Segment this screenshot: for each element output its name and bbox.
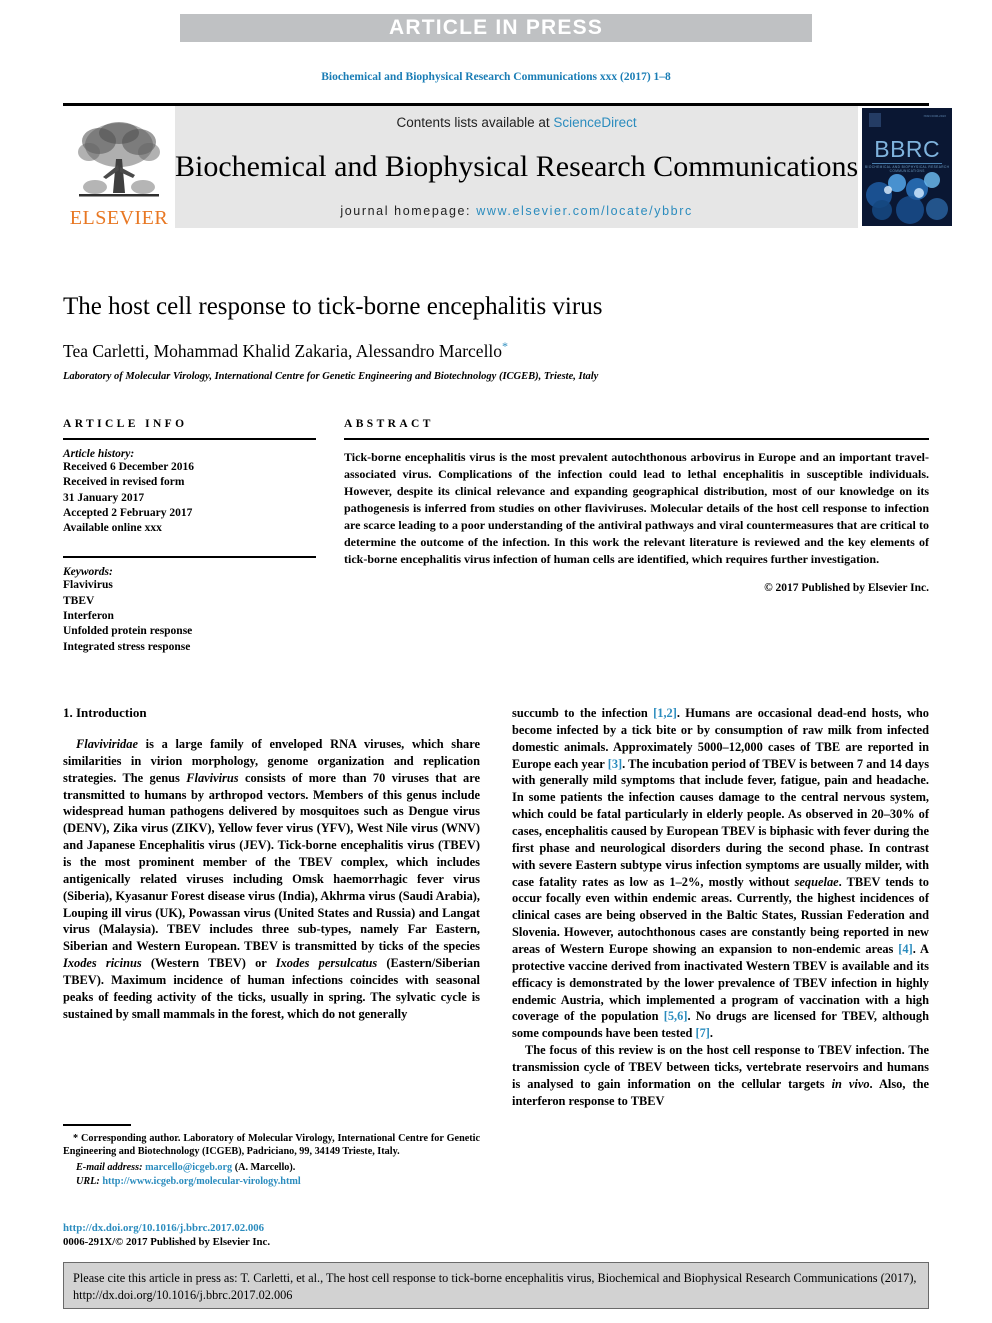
doi-block: http://dx.doi.org/10.1016/j.bbrc.2017.02… [63,1222,493,1248]
corresponding-author-note: * Corresponding author. Laboratory of Mo… [63,1132,480,1160]
genus-name-flavivirus: Flavivirus [186,770,239,785]
body-column-gap [480,705,512,1110]
cover-elsevier-icon [869,113,882,127]
elsevier-wordmark: ELSEVIER [69,207,169,229]
latin-term-sequelae: sequelae [794,874,839,889]
latin-term-in-vivo: in vivo [831,1076,870,1091]
citation-ref[interactable]: [4] [898,942,912,956]
abstract-rule [344,438,929,440]
footnote-block: * Corresponding author. Laboratory of Mo… [63,1124,480,1187]
email-line: E-mail address: marcello@icgeb.org (A. M… [76,1162,480,1173]
cover-rule [872,163,943,164]
cite-this-article-text: Please cite this article in press as: T.… [73,1271,917,1302]
corresponding-author-marker[interactable]: * [502,339,508,353]
citation-ref[interactable]: [7] [695,1026,709,1040]
sciencedirect-link[interactable]: ScienceDirect [553,115,636,130]
email-label: E-mail address: [76,1162,143,1174]
history-line: Received in revised form [63,476,185,489]
article-info-heading: ARTICLE INFO [63,418,188,430]
history-line: Received 6 December 2016 [63,461,195,473]
intro-text-part: consists of more than 70 viruses that ar… [63,770,480,954]
masthead-center-panel: Contents lists available at ScienceDirec… [175,106,859,228]
body-column-right: succumb to the infection [1,2]. Humans a… [512,705,929,1110]
journal-masthead: ELSEVIER Contents lists available at Sci… [63,103,957,228]
abstract-copyright: © 2017 Published by Elsevier Inc. [764,582,929,595]
intro-text-part: (Western TBEV) or [141,956,276,971]
footnote-rule [63,1124,131,1126]
intro-text-part: succumb to the infection [512,706,654,720]
cover-bokeh-4 [924,172,941,188]
keywords-rule [63,556,316,559]
url-label: URL: [76,1176,100,1188]
cover-bbrc-title: BBRC [874,136,941,162]
url-line: URL: http://www.icgeb.org/molecular-viro… [76,1176,480,1187]
article-info-column: ARTICLE INFO Article history: Received 6… [63,418,316,655]
cover-subtitle: BIOCHEMICAL AND BIOPHYSICAL RESEARCH COM… [865,165,950,173]
email-owner: (A. Marcello). [234,1162,296,1174]
genus-name-flaviviridae: Flaviviridae [76,737,138,751]
journal-cover-thumbnail: ISSN 0006-291X BBRC BIOCHEMICAL AND BIOP… [862,108,953,226]
column-gap [316,418,344,655]
intro-text-part: . The incubation period of TBEV is betwe… [512,756,930,889]
keywords-label: Keywords: [63,566,113,579]
keyword-item: Unfolded protein response [63,625,193,638]
lab-url-link[interactable]: http://www.icgeb.org/molecular-virology.… [102,1176,300,1187]
citation-ref[interactable]: [5,6] [664,1009,688,1023]
keyword-item: Interferon [63,609,114,622]
species-name-ixodes-ricinus: Ixodes ricinus [63,956,142,971]
species-name-ixodes-persulcatus: Ixodes persulcatus [275,956,378,971]
journal-homepage-link[interactable]: www.elsevier.com/locate/ybbrc [476,204,693,218]
author-names: Tea Carletti, Mohammad Khalid Zakaria, A… [63,340,503,361]
keyword-item: Flavivirus [63,579,113,592]
journal-homepage-line: journal homepage: www.elsevier.com/locat… [340,204,692,218]
article-info-rule [63,438,316,440]
citation-ref[interactable]: [1,2] [653,706,677,720]
cover-bokeh-5 [872,200,893,220]
issn-copyright-line: 0006-291X/© 2017 Published by Elsevier I… [63,1236,271,1248]
cover-bokeh-6 [896,196,925,224]
info-abstract-row: ARTICLE INFO Article history: Received 6… [63,418,929,655]
history-line: Available online xxx [63,522,162,535]
article-in-press-label: ARTICLE IN PRESS [388,16,604,39]
abstract-text: Tick-borne encephalitis virus is the mos… [344,450,929,567]
intro-paragraph-right-2: The focus of this review is on the host … [512,1042,929,1109]
running-head: Biochemical and Biophysical Research Com… [321,71,671,83]
keyword-item: TBEV [63,594,95,607]
body-column-left: 1. Introduction Flaviviridae is a large … [63,705,480,1110]
page-title: The host cell response to tick-borne enc… [63,293,603,320]
article-history-label: Article history: [63,448,135,460]
history-line: Accepted 2 February 2017 [63,506,193,519]
homepage-prefix: journal homepage: [340,204,477,218]
cover-bokeh-7 [926,198,949,220]
keyword-item: Integrated stress response [63,640,191,653]
cover-issn-label: ISSN 0006-291X [923,114,947,118]
elsevier-tree-icon [78,122,160,197]
affiliation: Laboratory of Molecular Virology, Intern… [63,370,599,382]
body-columns: 1. Introduction Flaviviridae is a large … [63,705,929,1110]
author-list: Tea Carletti, Mohammad Khalid Zakaria, A… [63,339,929,362]
email-link[interactable]: marcello@icgeb.org [145,1162,232,1173]
abstract-heading: ABSTRACT [344,418,434,430]
abstract-column: ABSTRACT Tick-borne encephalitis virus i… [344,418,929,655]
citation-ref[interactable]: [3] [608,757,622,771]
footnote-text: Corresponding author. Laboratory of Mole… [63,1132,480,1158]
doi-link[interactable]: http://dx.doi.org/10.1016/j.bbrc.2017.02… [63,1222,493,1234]
article-in-press-banner: ARTICLE IN PRESS [180,14,812,42]
contents-prefix: Contents lists available at [396,115,554,130]
section-title-introduction: 1. Introduction [63,705,147,720]
elsevier-logo: ELSEVIER [63,106,175,228]
intro-paragraph-right-1: succumb to the infection [1,2]. Humans a… [512,705,929,1042]
cite-this-article-box: Please cite this article in press as: T.… [63,1262,929,1309]
keywords-block: Keywords: Flavivirus TBEV Interferon Unf… [63,556,316,654]
intro-paragraph-left: Flaviviridae is a large family of envelo… [63,736,480,1023]
intro-text-part: . [709,1026,714,1041]
journal-cover-block: ISSN 0006-291X BBRC BIOCHEMICAL AND BIOP… [858,106,957,228]
history-line: 31 January 2017 [63,491,145,504]
title-block: The host cell response to tick-borne enc… [63,293,929,382]
journal-title: Biochemical and Biophysical Research Com… [175,150,859,183]
contents-available-line: Contents lists available at ScienceDirec… [397,115,637,130]
